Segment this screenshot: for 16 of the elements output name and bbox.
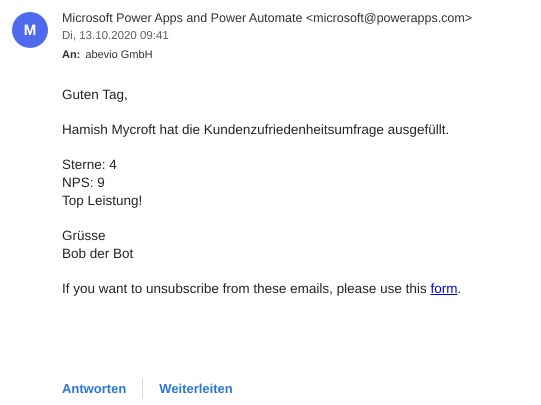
unsubscribe-text: If you want to unsubscribe from these emails, please use this form. — [62, 280, 462, 298]
recipient-label: An: — [62, 48, 80, 63]
body-text: NPS: 9 — [62, 174, 106, 192]
avatar-letter: M — [24, 22, 36, 38]
sender-name: Microsoft Power Apps and Power Automate <microsoft@powerapps.com> — [62, 10, 472, 27]
body-text: Top Leistung! — [62, 192, 144, 210]
recipient-name: abevio GmbH — [85, 48, 153, 63]
action-link[interactable]: Antworten — [62, 379, 126, 399]
body-text: Grüsse — [62, 227, 107, 245]
body-text: Hamish Mycroft hat die Kundenzufriedenheitsumfrage ausgefüllt. — [62, 121, 450, 139]
sent-date: Di, 13.10.2020 09:41 — [62, 29, 170, 44]
form-link[interactable]: form — [430, 281, 458, 296]
body-text: Guten Tag, — [62, 86, 129, 104]
body-text: Bob der Bot — [62, 245, 134, 263]
body-text: Sterne: 4 — [62, 156, 118, 174]
action-link[interactable]: Weiterleiten — [159, 379, 233, 399]
